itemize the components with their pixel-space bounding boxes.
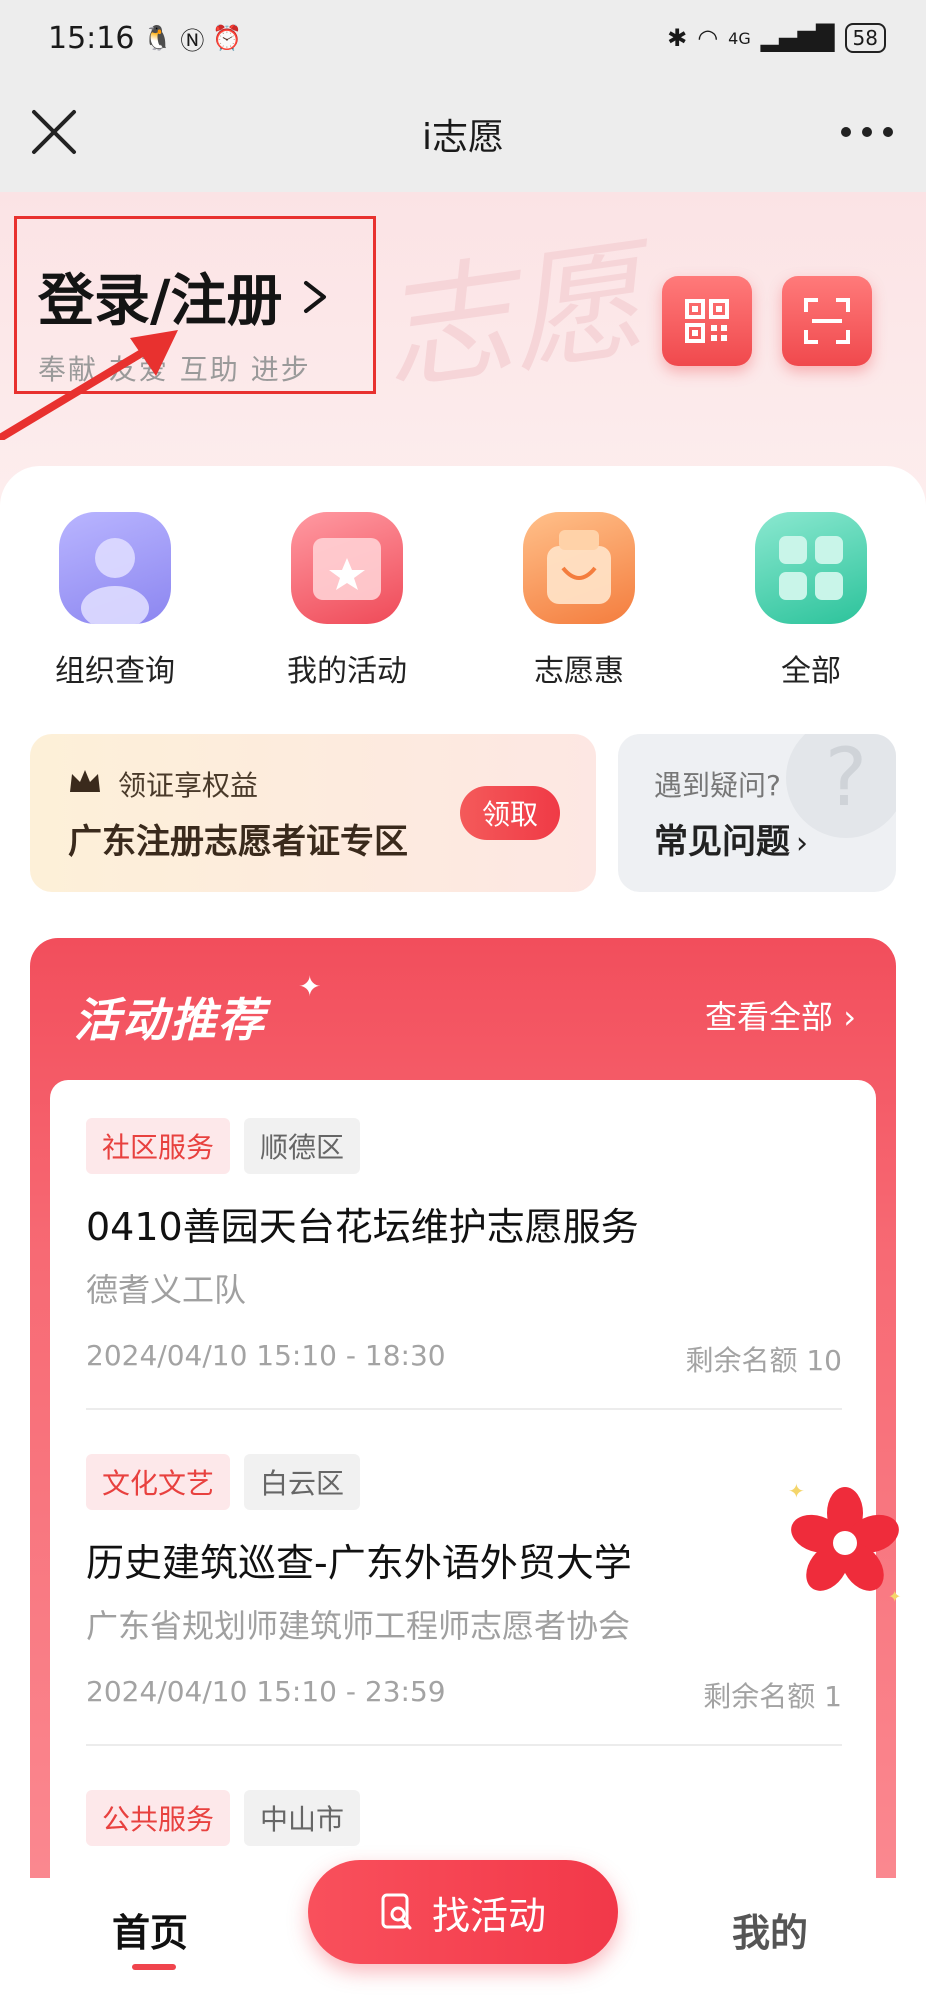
activity-quota: 剩余名额 10 <box>685 1344 842 1377</box>
category-tag: 文化文艺 <box>86 1454 231 1510</box>
signal-icon: ▂▄▆█ <box>760 24 835 52</box>
tab-home-indicator <box>132 1964 176 1970</box>
svg-text:✦: ✦ <box>888 1587 901 1606</box>
quick-link-all[interactable]: 全部 <box>726 512 896 690</box>
faq-subtitle: 遇到疑问? <box>654 769 781 802</box>
activity-meta: 2024/04/10 15:10 - 18:30 剩余名额 10 <box>86 1339 842 1379</box>
quick-link-volunteer-deals[interactable]: 志愿惠 <box>494 512 664 690</box>
status-right: ✱ ◠ 4G ▂▄▆█ 58 <box>667 23 886 53</box>
grid-icon <box>755 512 867 624</box>
hero-watermark: 志愿 <box>372 223 651 411</box>
qr-code-button[interactable] <box>662 276 752 366</box>
divider <box>86 1408 842 1410</box>
people-icon <box>59 512 171 624</box>
more-icon[interactable] <box>832 104 902 160</box>
sparkle-icon: ✦ <box>298 970 322 1003</box>
find-activity-label: 找活动 <box>431 1893 546 1938</box>
activity-quota: 剩余名额 1 <box>703 1680 842 1713</box>
faq-title-text: 常见问题 <box>654 822 790 862</box>
find-activity-button[interactable]: 找活动 <box>308 1860 618 1964</box>
crown-icon <box>70 770 100 792</box>
shopping-bag-icon <box>523 512 635 624</box>
faq-title: 常见问题 › <box>654 814 808 863</box>
activity-time: 2024/04/10 15:10 - 23:59 <box>86 1675 446 1708</box>
quick-link-label: 志愿惠 <box>534 654 624 689</box>
quick-link-my-activity[interactable]: 我的活动 <box>262 512 432 690</box>
qq-icon: 🐧 <box>142 24 173 52</box>
calendar-icon <box>291 512 403 624</box>
scan-icon <box>804 298 850 344</box>
area-tag: 中山市 <box>244 1790 361 1846</box>
wifi-icon: ◠ <box>697 24 719 52</box>
nfc-icon: Ⓝ <box>180 26 205 55</box>
chevron-right-icon: › <box>796 826 808 861</box>
bluetooth-icon: ✱ <box>667 24 688 52</box>
view-all-link[interactable]: 查看全部 › <box>705 992 856 1038</box>
page-title: i志愿 <box>421 117 504 158</box>
scan-button[interactable] <box>782 276 872 366</box>
status-time: 15:16 <box>48 20 135 56</box>
volunteer-cert-banner[interactable]: 领证享权益 广东注册志愿者证专区 领取 <box>30 734 596 892</box>
title-bar: i志愿 <box>0 76 926 192</box>
flower-float-icon[interactable]: ✦ ✦ <box>780 1478 910 1608</box>
tab-mine[interactable]: 我的 <box>732 1902 808 1957</box>
chevron-right-icon: › <box>843 998 856 1036</box>
activity-organizer: 广东省规划师建筑师工程师志愿者协会 <box>86 1607 631 1645</box>
activity-time: 2024/04/10 15:10 - 18:30 <box>86 1339 446 1372</box>
recommend-title: 活动推荐 <box>74 993 266 1047</box>
area-tag: 白云区 <box>244 1454 361 1510</box>
activity-item[interactable]: 文化文艺 白云区 历史建筑巡查-广东外语外贸大学 广东省规划师建筑师工程师志愿者协… <box>86 1454 842 1715</box>
claim-button[interactable]: 领取 <box>460 786 560 840</box>
close-icon[interactable] <box>26 104 82 160</box>
quick-link-label: 全部 <box>781 654 841 689</box>
status-bar: 15:16 🐧 Ⓝ ⏰ ✱ ◠ 4G ▂▄▆█ 58 <box>0 0 926 76</box>
view-all-label: 查看全部 <box>705 998 834 1036</box>
activity-item[interactable]: 公共服务 中山市 <box>86 1790 842 1846</box>
search-doc-icon <box>381 1893 412 1930</box>
activity-title: 历史建筑巡查-广东外语外贸大学 <box>86 1541 632 1585</box>
quick-link-label: 我的活动 <box>287 654 407 689</box>
faq-banner[interactable]: ? 遇到疑问? 常见问题 › <box>618 734 896 892</box>
category-tag: 社区服务 <box>86 1118 231 1174</box>
qr-code-icon <box>685 299 729 343</box>
svg-text:✦: ✦ <box>788 1479 805 1503</box>
quick-link-label: 组织查询 <box>55 654 175 689</box>
cert-subtitle: 领证享权益 <box>118 769 259 802</box>
area-tag: 顺德区 <box>244 1118 361 1174</box>
category-tag: 公共服务 <box>86 1790 231 1846</box>
tab-home[interactable]: 首页 <box>112 1902 188 1957</box>
network-label: 4G <box>728 28 751 48</box>
annotation-arrow-icon <box>0 330 178 440</box>
alarm-icon: ⏰ <box>212 24 243 52</box>
divider <box>86 1744 842 1746</box>
cert-title: 广东注册志愿者证专区 <box>68 822 408 862</box>
activity-meta: 2024/04/10 15:10 - 23:59 剩余名额 1 <box>86 1675 842 1715</box>
activity-item[interactable]: 社区服务 顺德区 0410善园天台花坛维护志愿服务 德耆义工队 2024/04/1… <box>86 1118 842 1379</box>
activity-title: 0410善园天台花坛维护志愿服务 <box>86 1205 639 1249</box>
battery-indicator: 58 <box>844 23 886 53</box>
activity-organizer: 德耆义工队 <box>86 1271 247 1309</box>
quick-link-org-search[interactable]: 组织查询 <box>30 512 200 690</box>
recommended-activities-panel: 活动推荐 ✦ 查看全部 › 社区服务 顺德区 0410善园天台花坛维护志愿服务 德… <box>30 938 896 2000</box>
